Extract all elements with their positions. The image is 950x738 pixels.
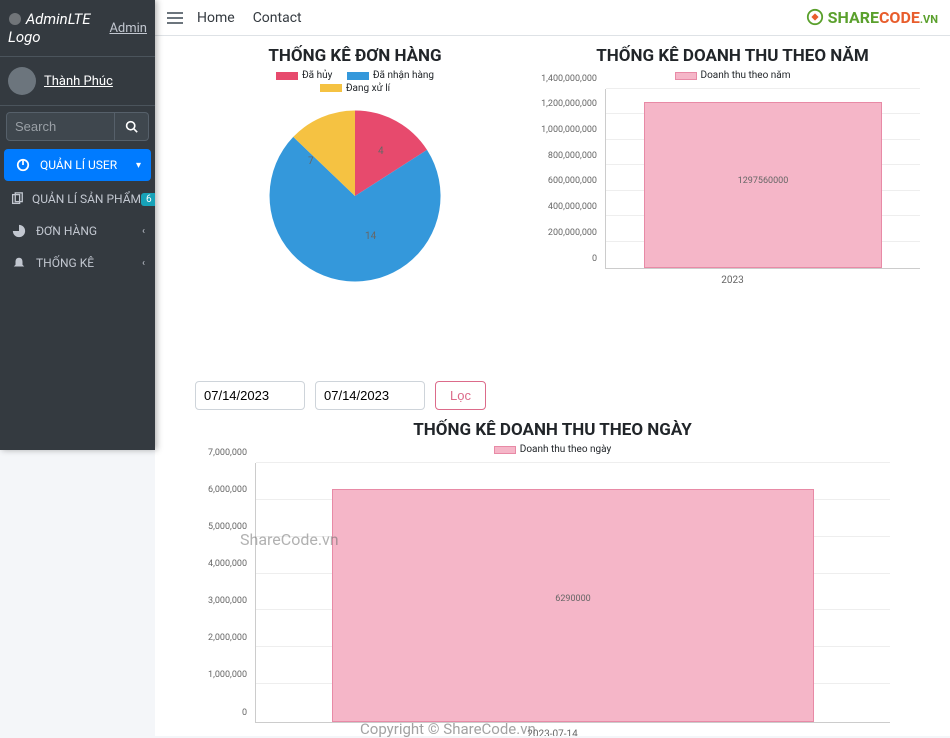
x-axis-label: 2023 [535, 275, 930, 286]
filter-button[interactable]: Lọc [435, 381, 486, 410]
badge: 6 [141, 193, 155, 206]
user-name-link[interactable]: Thành Phúc [44, 74, 113, 89]
sidebar-item-label: ĐƠN HÀNG [36, 224, 142, 238]
pie-value-label: 4 [378, 146, 384, 157]
pie-value-label: 14 [365, 231, 376, 242]
sidebar-item-user[interactable]: QUẢN LÍ USER ▾ [4, 149, 151, 181]
bar-value-label: 1297560000 [645, 176, 882, 186]
sidebar: AdminLTE Logo Admin Thành Phúc QUẢN LÍ U… [0, 0, 155, 450]
bar: 1297560000 [644, 102, 883, 268]
bar: 6290000 [332, 489, 814, 722]
sidebar-nav: QUẢN LÍ USER ▾ QUẢN LÍ SẢN PHẨM 6 ‹ ĐƠN … [0, 149, 155, 279]
chevron-down-icon: ▾ [136, 160, 141, 171]
topbar: Home Contact SHARECODE.VN [155, 0, 950, 36]
sidebar-search [0, 106, 155, 147]
legend-item: Đã nhận hàng [347, 70, 434, 81]
chevron-left-icon: ‹ [142, 258, 145, 269]
search-button[interactable] [115, 112, 149, 141]
date-to-input[interactable] [315, 381, 425, 410]
dashboard-icon [14, 158, 32, 172]
sharecode-logo: SHARECODE.VN [806, 8, 938, 27]
nav-home[interactable]: Home [197, 10, 235, 26]
bar-value-label: 6290000 [333, 594, 813, 604]
pie-icon [10, 224, 28, 238]
y-axis: 0 1,000,000 2,000,000 3,000,000 4,000,00… [195, 463, 251, 723]
chevron-left-icon: ‹ [142, 226, 145, 237]
y-axis: 0 200,000,000 400,000,000 600,000,000 80… [535, 89, 601, 269]
legend-item: Đang xử lí [320, 83, 390, 94]
sidebar-item-orders[interactable]: ĐƠN HÀNG ‹ [0, 215, 155, 247]
pie-chart-card: THỐNG KÊ ĐƠN HÀNG Đã hủy Đã nhận hàng Đa… [195, 46, 515, 291]
sidebar-item-label: QUẢN LÍ SẢN PHẨM [32, 192, 141, 206]
filter-bar: Lọc [195, 381, 910, 410]
brand-logo: AdminLTE Logo [8, 10, 109, 46]
daily-section: Lọc THỐNG KÊ DOANH THU THEO NGÀY Doanh t… [155, 361, 950, 736]
sidebar-item-label: QUẢN LÍ USER [40, 158, 136, 172]
search-input[interactable] [6, 112, 115, 141]
user-panel: Thành Phúc [0, 57, 155, 106]
date-from-input[interactable] [195, 381, 305, 410]
avatar [8, 67, 36, 95]
nav-contact[interactable]: Contact [253, 10, 302, 26]
legend-item: Đã hủy [276, 70, 332, 81]
chart-title: THỐNG KÊ ĐƠN HÀNG [195, 46, 515, 66]
search-icon [125, 120, 138, 133]
bar-year-card: THỐNG KÊ DOANH THU THEO NĂM Doanh thu th… [535, 46, 930, 291]
pie-value-label: 7 [308, 156, 314, 167]
topbar-right: SHARECODE.VN [806, 8, 938, 27]
chart-title: THỐNG KÊ DOANH THU THEO NĂM [535, 46, 930, 66]
sidebar-item-label: THỐNG KÊ [36, 256, 142, 270]
pie-legend: Đã hủy Đã nhận hàng Đang xử lí [195, 70, 515, 95]
hamburger-icon[interactable] [167, 11, 183, 25]
sidebar-item-product[interactable]: QUẢN LÍ SẢN PHẨM 6 ‹ [0, 183, 155, 215]
x-axis-label: 2023-07-14 [195, 729, 910, 737]
brand-bar: AdminLTE Logo Admin [0, 0, 155, 57]
admin-link[interactable]: Admin [109, 21, 147, 36]
pie-chart: 4 14 7 [260, 101, 450, 291]
chart-title: THỐNG KÊ DOANH THU THEO NGÀY [195, 420, 910, 440]
content-wrapper: Home Contact SHARECODE.VN THỐNG KÊ ĐƠN H… [155, 0, 950, 736]
sidebar-item-stats[interactable]: THỐNG KÊ ‹ [0, 247, 155, 279]
bar-chart-day: 0 1,000,000 2,000,000 3,000,000 4,000,00… [255, 463, 890, 723]
copy-icon [10, 192, 24, 206]
bar-chart-year: 0 200,000,000 400,000,000 600,000,000 80… [605, 89, 920, 269]
bell-icon [10, 256, 28, 270]
bar-legend: Doanh thu theo ngày [195, 444, 910, 457]
